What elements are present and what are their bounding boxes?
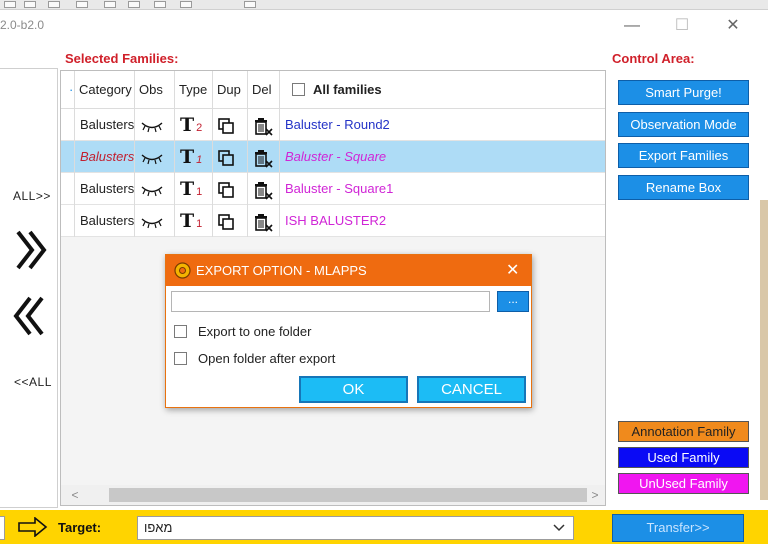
host-toolbar-strip xyxy=(0,0,768,10)
observation-eye-icon[interactable] xyxy=(134,205,174,237)
smart-purge-button[interactable]: Smart Purge! xyxy=(618,80,749,105)
toolbar-icon[interactable] xyxy=(128,1,140,8)
move-all-left-button[interactable]: <<ALL xyxy=(14,375,52,389)
cancel-button[interactable]: CANCEL xyxy=(417,376,526,403)
duplicate-icon[interactable] xyxy=(212,141,247,173)
export-one-folder-checkbox[interactable] xyxy=(174,325,187,338)
background-edge xyxy=(760,200,768,500)
maximize-button[interactable]: ☐ xyxy=(668,14,696,38)
toolbar-icon[interactable] xyxy=(244,1,256,8)
ok-button[interactable]: OK xyxy=(299,376,408,403)
table-row[interactable]: Balusters T1 ISH BALUSTER2 xyxy=(61,205,605,237)
toolbar-icon[interactable] xyxy=(24,1,36,8)
dialog-close-icon[interactable]: ✕ xyxy=(506,255,519,286)
table-row[interactable]: Balusters T1 Baluster - Square1 xyxy=(61,173,605,205)
minimize-button[interactable]: — xyxy=(618,14,646,38)
control-area-label: Control Area: xyxy=(612,51,695,66)
browse-button[interactable]: ... xyxy=(497,291,529,312)
observation-eye-icon[interactable] xyxy=(134,109,174,141)
row-category: Balusters xyxy=(74,141,134,173)
type-icon: T xyxy=(180,210,195,232)
all-families-label: All families xyxy=(313,82,382,97)
toolbar-icon[interactable] xyxy=(76,1,88,8)
target-label: Target: xyxy=(58,520,102,535)
export-families-button[interactable]: Export Families xyxy=(618,143,749,168)
left-transfer-panel xyxy=(0,68,58,508)
column-obs[interactable]: Obs xyxy=(134,71,174,109)
move-all-right-button[interactable]: ALL>> xyxy=(13,189,51,203)
export-path-input[interactable] xyxy=(171,291,490,312)
scroll-left-arrow[interactable]: < xyxy=(67,485,83,505)
observation-eye-icon[interactable] xyxy=(134,141,174,173)
delete-icon[interactable] xyxy=(247,173,279,205)
type-count[interactable]: T1 xyxy=(174,173,212,205)
family-name[interactable]: Baluster - Square xyxy=(279,141,605,173)
dialog-title: EXPORT OPTION - MLAPPS xyxy=(196,263,367,278)
export-one-folder-option[interactable]: Export to one folder xyxy=(174,324,311,339)
observation-mode-button[interactable]: Observation Mode xyxy=(618,112,749,137)
toolbar-icon[interactable] xyxy=(180,1,192,8)
delete-icon[interactable] xyxy=(247,141,279,173)
table-row-selected[interactable]: Balusters T1 Baluster - Square xyxy=(61,141,605,173)
type-icon: T xyxy=(180,178,195,200)
observation-eye-icon[interactable] xyxy=(134,173,174,205)
toolbar-icon[interactable] xyxy=(4,1,16,8)
move-left-icon[interactable] xyxy=(12,294,48,338)
selected-families-label: Selected Families: xyxy=(65,51,179,66)
horizontal-scrollbar[interactable]: < > xyxy=(61,485,605,505)
column-del[interactable]: Del xyxy=(247,71,279,109)
family-name[interactable]: Baluster - Round2 xyxy=(279,109,605,141)
column-category[interactable]: Category xyxy=(74,71,134,109)
arrow-right-icon xyxy=(18,517,48,537)
delete-icon[interactable] xyxy=(247,109,279,141)
target-select[interactable]: מאפו xyxy=(137,516,574,540)
type-count[interactable]: T1 xyxy=(174,141,212,173)
used-family-legend: Used Family xyxy=(618,447,749,468)
toolbar-icon[interactable] xyxy=(48,1,60,8)
select-all-checkbox[interactable] xyxy=(292,83,305,96)
target-value: מאפו xyxy=(144,520,173,535)
table-row[interactable]: Balusters T2 Baluster - Round2 xyxy=(61,109,605,141)
row-category: Balusters xyxy=(74,109,134,141)
family-name[interactable]: ISH BALUSTER2 xyxy=(279,205,605,237)
delete-icon[interactable] xyxy=(247,205,279,237)
scrollbar-thumb[interactable] xyxy=(109,488,587,502)
window-title: 2.0-b2.0 xyxy=(0,18,45,32)
duplicate-icon[interactable] xyxy=(212,173,247,205)
close-button[interactable]: ✕ xyxy=(719,14,747,38)
family-name[interactable]: Baluster - Square1 xyxy=(279,173,605,205)
scroll-right-arrow[interactable]: > xyxy=(587,485,603,505)
chevron-down-icon[interactable] xyxy=(553,524,565,532)
type-icon: T xyxy=(180,146,195,168)
duplicate-icon[interactable] xyxy=(212,109,247,141)
toolbar-icon[interactable] xyxy=(154,1,166,8)
app-window: 2.0-b2.0 — ☐ ✕ Selected Families: Contro… xyxy=(0,0,768,550)
transfer-button[interactable]: Transfer>> xyxy=(612,514,744,542)
column-dup[interactable]: Dup xyxy=(212,71,247,109)
unused-family-legend: UnUsed Family xyxy=(618,473,749,494)
export-option-dialog: EXPORT OPTION - MLAPPS ✕ ... Export to o… xyxy=(165,254,532,408)
row-category: Balusters xyxy=(74,173,134,205)
type-count[interactable]: T1 xyxy=(174,205,212,237)
dialog-title-bar: EXPORT OPTION - MLAPPS ✕ xyxy=(166,255,531,286)
toolbar-icon[interactable] xyxy=(104,1,116,8)
column-all-families: All families xyxy=(279,71,605,109)
row-category: Balusters xyxy=(74,205,134,237)
open-after-export-option[interactable]: Open folder after export xyxy=(174,351,335,366)
grid-header: · Category Obs Type Dup Del All families xyxy=(61,71,605,109)
app-logo-icon xyxy=(174,262,191,279)
column-type[interactable]: Type xyxy=(174,71,212,109)
type-icon: T xyxy=(180,114,195,136)
type-count[interactable]: T2 xyxy=(174,109,212,141)
rename-box-button[interactable]: Rename Box xyxy=(618,175,749,200)
open-after-export-checkbox[interactable] xyxy=(174,352,187,365)
annotation-family-legend: Annotation Family xyxy=(618,421,749,442)
move-right-icon[interactable] xyxy=(14,228,50,272)
duplicate-icon[interactable] xyxy=(212,205,247,237)
source-field[interactable] xyxy=(0,516,5,540)
